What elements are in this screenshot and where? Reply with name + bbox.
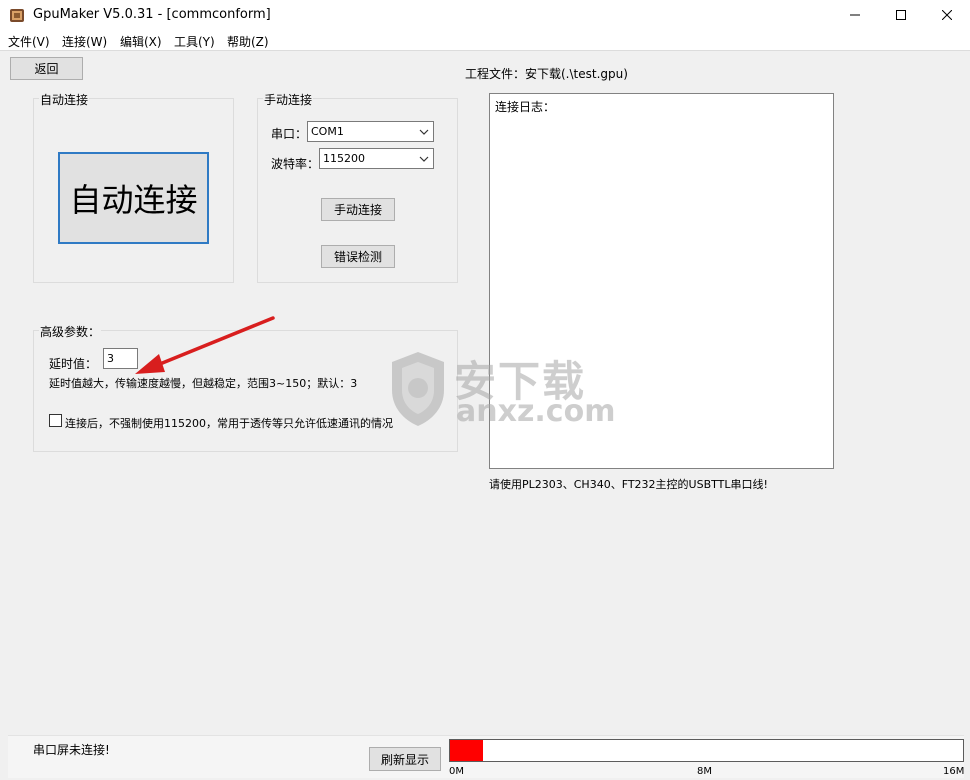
port-select-value: COM1 [311, 125, 344, 138]
project-file-label: 工程文件：安下载(.\test.gpu) [465, 67, 628, 81]
menu-bar: 文件(V) 连接(W) 编辑(X) 工具(Y) 帮助(Z) [0, 30, 970, 51]
baud-select[interactable]: 115200 [319, 148, 434, 169]
connection-status: 串口屏未连接! [33, 743, 110, 757]
flash-progress-fill [450, 740, 484, 761]
chevron-down-icon [419, 129, 429, 135]
menu-connect[interactable]: 连接(W) [62, 33, 107, 50]
scale-label-middle: 8M [697, 766, 712, 777]
back-button[interactable]: 返回 [10, 57, 83, 80]
usb-cable-note: 请使用PL2303、CH340、FT232主控的USBTTL串口线! [489, 478, 768, 491]
auto-connect-button[interactable]: 自动连接 [58, 152, 209, 244]
baud-select-value: 115200 [323, 152, 365, 165]
auto-connect-group-label: 自动连接 [39, 91, 90, 108]
annotation-arrow-icon [135, 316, 275, 374]
watermark-en: anxz.com [456, 394, 616, 429]
menu-edit[interactable]: 编辑(X) [120, 33, 162, 50]
window-title: GpuMaker V5.0.31 - [commconform] [33, 7, 271, 22]
maximize-button[interactable] [878, 0, 924, 30]
chevron-down-icon [419, 156, 429, 162]
advanced-params-group-label: 高级参数： [39, 323, 102, 340]
close-button[interactable] [924, 0, 970, 30]
minimize-icon [850, 14, 860, 16]
delay-label: 延时值： [49, 357, 98, 371]
gpumaker-app-icon [10, 9, 24, 22]
menu-help[interactable]: 帮助(Z) [227, 33, 269, 50]
connection-log-title: 连接日志： [495, 100, 556, 114]
port-select[interactable]: COM1 [307, 121, 434, 142]
menu-file[interactable]: 文件(V) [8, 33, 50, 50]
scale-label-start: 0M [449, 766, 464, 777]
shield-logo-icon [392, 352, 444, 426]
flash-progress-bar [449, 739, 964, 762]
scale-label-end: 16M [943, 766, 965, 777]
watermark: 安下载 anxz.com [388, 348, 615, 430]
manual-connect-group-label: 手动连接 [263, 91, 314, 108]
menu-tools[interactable]: 工具(Y) [174, 33, 215, 50]
close-icon [942, 10, 952, 20]
refresh-display-button[interactable]: 刷新显示 [369, 747, 441, 771]
no-force-baud-label: 连接后，不强制使用115200，常用于透传等只允许低速通讯的情况 [65, 417, 393, 430]
no-force-baud-checkbox[interactable] [49, 414, 62, 427]
title-bar: GpuMaker V5.0.31 - [commconform] [0, 0, 970, 30]
manual-connect-button[interactable]: 手动连接 [321, 198, 395, 221]
error-check-button[interactable]: 错误检测 [321, 245, 395, 268]
maximize-icon [896, 10, 906, 20]
minimize-button[interactable] [832, 0, 878, 30]
port-label: 串口： [271, 127, 308, 141]
baud-label: 波特率： [271, 157, 320, 171]
